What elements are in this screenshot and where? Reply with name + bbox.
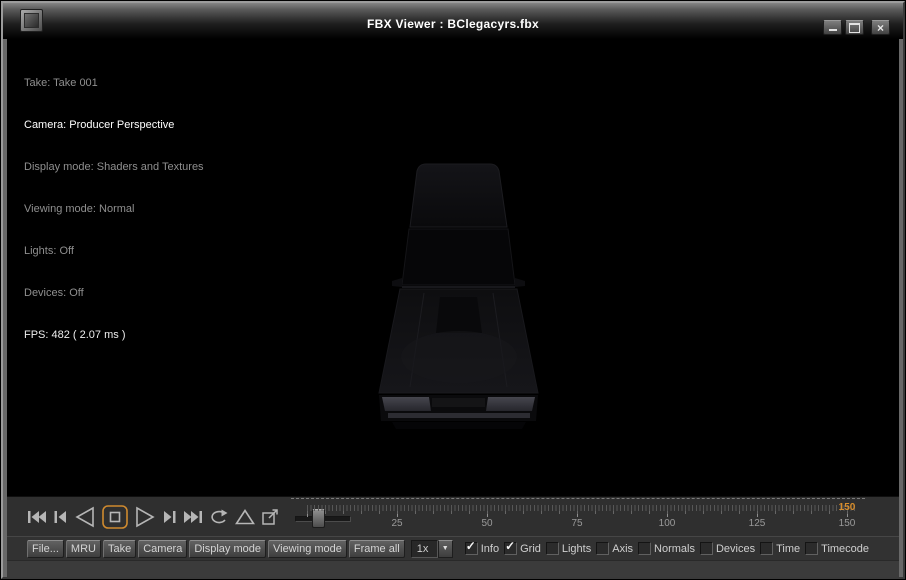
viewport-hud: Take: Take 001 Camera: Producer Perspect… xyxy=(24,48,204,370)
checkbox-label: Axis xyxy=(612,542,634,555)
checkbox-axis[interactable]: ✓ Axis xyxy=(596,542,633,555)
title-bar[interactable]: FBX Viewer : BClegacyrs.fbx × xyxy=(3,3,903,39)
grid-checkbox-box[interactable]: ✓ xyxy=(504,539,518,555)
timeline-minor-ticks xyxy=(307,505,855,511)
hud-lights: Lights: Off xyxy=(24,245,74,257)
file-button[interactable]: File... xyxy=(27,539,64,558)
stop-button[interactable] xyxy=(102,505,128,529)
bottom-toolbar: File... MRU Take Camera Display mode Vie… xyxy=(7,536,899,560)
snapshot-icon xyxy=(262,509,278,525)
play-forward-button[interactable] xyxy=(134,506,156,528)
step-forward-button[interactable] xyxy=(162,509,177,525)
normals-checkbox-box[interactable]: ✓ xyxy=(638,542,652,555)
chevron-down-icon: ▼ xyxy=(441,545,449,552)
timeline-dashed-line xyxy=(291,498,865,499)
close-icon: × xyxy=(876,20,884,35)
jump-to-end-button[interactable] xyxy=(183,509,203,525)
check-icon: ✓ xyxy=(505,539,516,553)
status-strip xyxy=(7,560,899,577)
timeline-tick-label: 125 xyxy=(748,518,766,529)
transport-bar: 25 50 75 100 125 150 150 xyxy=(7,496,899,536)
timeline-tick-label: 50 xyxy=(481,518,493,529)
up-triangle-icon xyxy=(235,509,255,525)
take-button[interactable]: Take xyxy=(102,539,137,558)
up-triangle-button[interactable] xyxy=(235,508,255,526)
checkbox-info[interactable]: ✓ Info xyxy=(464,539,500,555)
timeline-tick-label: 150 xyxy=(838,518,856,529)
checkbox-grid[interactable]: ✓ Grid xyxy=(504,539,541,555)
axis-checkbox-box[interactable]: ✓ xyxy=(596,542,610,555)
speed-value: 1x xyxy=(410,539,438,558)
checkbox-timecode[interactable]: ✓ Timecode xyxy=(805,542,869,555)
hud-viewing-mode: Viewing mode: Normal xyxy=(24,203,135,215)
devices-checkbox-box[interactable]: ✓ xyxy=(699,542,713,555)
minimize-button[interactable] xyxy=(823,20,842,35)
speed-dropdown-arrow[interactable]: ▼ xyxy=(437,539,453,558)
frame-all-button[interactable]: Frame all xyxy=(348,539,405,558)
play-backward-icon xyxy=(75,506,94,528)
window-controls: × xyxy=(823,20,890,35)
check-icon: ✓ xyxy=(465,539,476,553)
hud-display-mode: Display mode: Shaders and Textures xyxy=(24,161,204,173)
window-title: FBX Viewer : BClegacyrs.fbx xyxy=(367,17,539,31)
checkbox-normals[interactable]: ✓ Normals xyxy=(638,542,695,555)
stop-icon xyxy=(102,505,128,529)
maximize-button[interactable] xyxy=(845,20,864,35)
checkbox-label: Devices xyxy=(715,542,756,555)
checkbox-label: Timecode xyxy=(821,542,870,555)
display-checkboxes: ✓ Info ✓ Grid ✓ Lights ✓ Axis ✓ Normals … xyxy=(464,539,869,555)
maximize-icon xyxy=(849,22,860,33)
jump-to-end-icon xyxy=(184,511,202,523)
lights-checkbox-box[interactable]: ✓ xyxy=(545,542,559,555)
time-checkbox-box[interactable]: ✓ xyxy=(760,542,774,555)
timeline-tick-label: 100 xyxy=(658,518,676,529)
play-backward-button[interactable] xyxy=(74,506,96,528)
step-back-icon xyxy=(54,511,66,523)
close-button[interactable]: × xyxy=(871,20,890,35)
viewport-3d[interactable]: Take: Take 001 Camera: Producer Perspect… xyxy=(7,39,899,496)
checkbox-time[interactable]: ✓ Time xyxy=(760,542,800,555)
car-model xyxy=(378,163,539,429)
checkbox-label: Time xyxy=(776,542,801,555)
minimize-icon xyxy=(829,29,837,31)
loop-button[interactable] xyxy=(209,508,229,526)
checkbox-lights[interactable]: ✓ Lights xyxy=(545,542,592,555)
checkbox-label: Normals xyxy=(654,542,695,555)
speed-dropdown[interactable]: 1x ▼ xyxy=(410,539,453,558)
loop-icon xyxy=(211,509,228,524)
app-window: FBX Viewer : BClegacyrs.fbx × Take: Take… xyxy=(0,0,906,580)
timeline-tick-label: 25 xyxy=(391,518,403,529)
hud-take: Take: Take 001 xyxy=(24,77,98,89)
checkbox-label: Info xyxy=(480,542,500,555)
timeline-tick-label: 75 xyxy=(571,518,583,529)
jump-to-start-icon xyxy=(28,511,46,523)
display-mode-button[interactable]: Display mode xyxy=(189,539,266,558)
camera-button[interactable]: Camera xyxy=(138,539,188,558)
info-checkbox-box[interactable]: ✓ xyxy=(464,539,478,555)
snapshot-button[interactable] xyxy=(261,508,281,526)
checkbox-label: Lights xyxy=(561,542,592,555)
step-back-button[interactable] xyxy=(53,509,68,525)
hud-devices: Devices: Off xyxy=(24,287,84,299)
transport-controls xyxy=(27,504,281,530)
jump-to-start-button[interactable] xyxy=(27,509,47,525)
timeline-ruler[interactable]: 25 50 75 100 125 150 150 xyxy=(307,502,859,535)
play-forward-icon xyxy=(136,506,155,528)
viewing-mode-button[interactable]: Viewing mode xyxy=(267,539,347,558)
hud-fps: FPS: 482 ( 2.07 ms ) xyxy=(24,329,126,341)
timecode-checkbox-box[interactable]: ✓ xyxy=(805,542,819,555)
current-frame-indicator: 150 xyxy=(838,502,856,513)
checkbox-label: Grid xyxy=(520,542,541,555)
step-forward-icon xyxy=(164,511,176,523)
hud-camera: Camera: Producer Perspective xyxy=(24,119,175,131)
checkbox-devices[interactable]: ✓ Devices xyxy=(699,542,756,555)
mru-button[interactable]: MRU xyxy=(65,539,101,558)
